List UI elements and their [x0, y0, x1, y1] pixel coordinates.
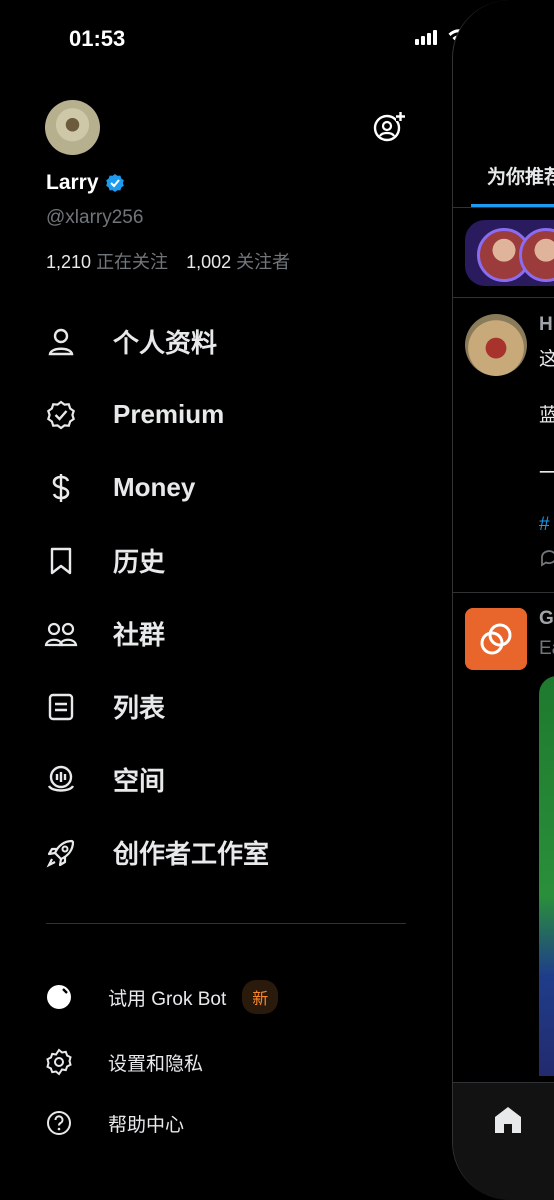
- nav-item-spaces[interactable]: 空间: [44, 743, 424, 816]
- tab-for-you[interactable]: 为你推荐: [487, 162, 554, 189]
- home-icon[interactable]: [491, 1103, 525, 1137]
- post-text: 这: [539, 344, 554, 371]
- post-hashtag[interactable]: #: [539, 514, 550, 536]
- nav-item-communities[interactable]: 社群: [44, 597, 424, 670]
- post-author[interactable]: H: [539, 314, 553, 336]
- settings-privacy-label: 设置和隐私: [108, 1053, 204, 1075]
- grok-icon: [44, 982, 74, 1012]
- help-icon: [44, 1108, 74, 1138]
- communities-icon: [44, 617, 78, 651]
- feed-divider: [453, 207, 554, 208]
- nav-label-spaces: 空间: [113, 766, 166, 796]
- premium-badge-icon: [44, 398, 78, 432]
- drawer-nav: 个人资料 Premium Money 历史 社群 列表 空间 创作者工作室: [44, 305, 424, 889]
- side-drawer: Larry @xlarry256 1,210 正在关注 1,002 关注者 个人…: [0, 0, 454, 1200]
- spaces-icon: [44, 763, 78, 797]
- nav-label-profile: 个人资料: [113, 328, 218, 358]
- follow-stats: 1,210 正在关注 1,002 关注者: [46, 248, 290, 274]
- nav-label-money: Money: [113, 472, 196, 502]
- followers-link[interactable]: 1,002 关注者: [186, 248, 290, 274]
- post-media[interactable]: [539, 676, 554, 1076]
- feed-divider: [453, 592, 554, 593]
- feed-divider: [453, 297, 554, 298]
- post-avatar[interactable]: [465, 314, 527, 376]
- grok-bot-label: 试用 Grok Bot: [108, 988, 227, 1010]
- nav-item-money[interactable]: Money: [44, 451, 424, 524]
- person-icon: [44, 325, 78, 359]
- reply-icon[interactable]: [539, 548, 554, 568]
- nav-label-history: 历史: [113, 547, 166, 577]
- followers-label: 关注者: [236, 252, 291, 272]
- settings-privacy-item[interactable]: 设置和隐私: [44, 1047, 424, 1077]
- display-name-text: Larry: [46, 171, 99, 194]
- verified-badge-icon: [105, 174, 124, 192]
- nav-label-communities: 社群: [113, 620, 166, 650]
- display-name[interactable]: Larry: [46, 171, 125, 195]
- following-link[interactable]: 1,210 正在关注: [46, 248, 168, 274]
- following-count: 1,210: [46, 252, 92, 272]
- user-handle: @xlarry256: [46, 207, 144, 228]
- new-badge: 新: [242, 980, 279, 1014]
- nav-item-premium[interactable]: Premium: [44, 378, 424, 451]
- grok-bot-item[interactable]: 试用 Grok Bot 新: [44, 980, 424, 1014]
- gemini-logo-icon[interactable]: [465, 608, 527, 670]
- nav-item-creator-studio[interactable]: 创作者工作室: [44, 816, 424, 889]
- screen: 01:53 100 Larry @xlarry256: [0, 0, 554, 1200]
- dollar-icon: [44, 471, 78, 505]
- space-host-avatar[interactable]: [519, 228, 554, 282]
- nav-item-lists[interactable]: 列表: [44, 670, 424, 743]
- post-text: 一: [539, 458, 554, 485]
- post-author[interactable]: G: [539, 608, 554, 630]
- nav-label-premium: Premium: [113, 399, 225, 429]
- post-text: 蓝: [539, 400, 554, 427]
- nav-item-profile[interactable]: 个人资料: [44, 305, 424, 378]
- help-center-label: 帮助中心: [108, 1114, 185, 1136]
- rocket-icon: [44, 836, 78, 870]
- nav-item-history[interactable]: 历史: [44, 524, 424, 597]
- home-feed-panel[interactable]: 为你推荐 H 这 蓝 一 # G Ea: [452, 0, 554, 1200]
- followers-count: 1,002: [186, 252, 232, 272]
- help-center-item[interactable]: 帮助中心: [44, 1108, 424, 1138]
- drawer-divider: [46, 923, 406, 924]
- avatar[interactable]: [45, 100, 100, 155]
- nav-label-creator-studio: 创作者工作室: [113, 839, 270, 869]
- nav-label-lists: 列表: [113, 693, 166, 723]
- bookmark-icon: [44, 544, 78, 578]
- spaces-bar[interactable]: [465, 220, 554, 286]
- following-label: 正在关注: [96, 252, 169, 272]
- add-account-icon[interactable]: [372, 110, 406, 144]
- gear-icon: [44, 1047, 74, 1077]
- bottom-tab-bar: [453, 1082, 554, 1200]
- list-icon: [44, 690, 78, 724]
- post-text: Ea: [539, 638, 554, 659]
